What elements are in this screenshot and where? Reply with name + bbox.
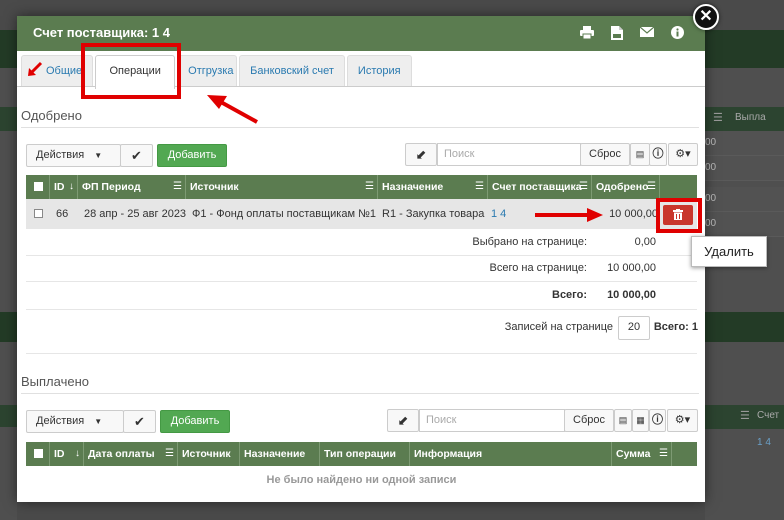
settings-dropdown[interactable]: ⚙▾ [667, 409, 698, 432]
tab-shipment[interactable]: Отгрузка [177, 55, 238, 86]
caret-down-icon: ▼ [94, 151, 103, 160]
columns-icon: ☰ [740, 410, 750, 422]
arrow-down-left-icon: ⬋ [397, 413, 409, 428]
columns-icon: ☰ [173, 181, 182, 192]
info-icon: ⓘ [652, 148, 664, 160]
annotation-arrow-icon [207, 95, 258, 124]
info-icon: ⓘ [652, 414, 663, 426]
columns-icon: ☰ [165, 448, 174, 459]
paid-section-title: Выплачено [21, 374, 89, 389]
export-icon[interactable] [609, 26, 625, 40]
print-icon[interactable] [579, 26, 595, 40]
columns-icon: ☰ [475, 181, 484, 192]
add-button[interactable]: Добавить [157, 144, 227, 167]
print-icon: ▤ [618, 415, 628, 425]
tab-bar: Общие Операции Отгрузка Банковский счет … [21, 55, 414, 89]
sort-icon: ↓ [75, 448, 80, 459]
column-payment-date[interactable]: Дата оплаты ☰ [84, 442, 178, 466]
print-button[interactable]: ▤ [630, 143, 650, 166]
background-left [0, 68, 17, 520]
checkmark-icon: ✔ [134, 414, 145, 429]
column-destination[interactable]: Назначение [240, 442, 320, 466]
confirm-button[interactable]: ✔ [120, 144, 153, 167]
paid-search-input[interactable]: Поиск [419, 409, 565, 432]
column-id[interactable]: ID ↓ [50, 442, 84, 466]
select-all-checkbox[interactable] [34, 449, 43, 458]
gear-icon: ⚙▾ [674, 414, 691, 426]
tab-history[interactable]: История [346, 55, 412, 86]
info-button[interactable]: ⓘ [649, 409, 666, 432]
columns-icon: ☰ [713, 112, 723, 124]
info-button[interactable]: ⓘ [649, 143, 667, 166]
approved-table-header: ID ↓ ФП Период ☰ Источник ☰ Назначение ☰ Сче… [26, 175, 697, 199]
sort-icon: ↓ [69, 181, 74, 192]
checkmark-icon: ✔ [131, 148, 142, 163]
tab-bank-account[interactable]: Банковский счет [239, 55, 345, 86]
column-information[interactable]: Информация [410, 442, 612, 466]
columns-icon: ☰ [659, 448, 668, 459]
column-source[interactable]: Источник ☰ [186, 175, 378, 199]
background-table-header: ☰ Выпла [705, 107, 784, 131]
column-source[interactable]: Источник [178, 442, 240, 466]
reset-button[interactable]: Сброс [564, 409, 614, 432]
annotation-box-operations-tab [81, 43, 181, 99]
annotation-arrow-icon [28, 61, 43, 76]
export-icon: ▦ [636, 415, 645, 425]
email-icon[interactable] [639, 26, 655, 40]
column-approved[interactable]: Одобрено ☰ [592, 175, 660, 199]
approved-search-input[interactable]: Поиск [437, 143, 581, 166]
caret-down-icon: ▼ [94, 417, 103, 426]
settings-dropdown[interactable]: ⚙▾ [668, 143, 698, 166]
arrow-down-left-icon: ⬋ [415, 147, 427, 162]
column-amount[interactable]: Сумма ☰ [612, 442, 672, 466]
print-button[interactable]: ▤ [614, 409, 632, 432]
empty-message: Не было найдено ни одной записи [266, 474, 457, 486]
gear-icon: ⚙▾ [675, 148, 691, 160]
column-operation-type[interactable]: Тип операции [320, 442, 410, 466]
collapse-button[interactable]: ⬋ [405, 143, 437, 166]
column-id[interactable]: ID ↓ [50, 175, 78, 199]
row-checkbox[interactable] [34, 209, 43, 218]
actions-dropdown[interactable]: Действия ▼ [26, 410, 124, 433]
invoice-link[interactable]: 1 4 [491, 199, 506, 229]
actions-dropdown[interactable]: Действия ▼ [26, 144, 121, 167]
collapse-button[interactable]: ⬋ [387, 409, 419, 432]
export-button[interactable]: ▦ [632, 409, 649, 432]
column-supplier-invoice[interactable]: Счет поставщика ☰ [488, 175, 592, 199]
modal-title: Счет поставщика: 1 4 [33, 25, 170, 40]
print-icon: ▤ [635, 149, 645, 159]
column-destination[interactable]: Назначение ☰ [378, 175, 488, 199]
column-period[interactable]: ФП Период ☰ [78, 175, 186, 199]
info-icon[interactable] [669, 26, 685, 40]
close-icon[interactable]: ✕ [693, 4, 719, 30]
columns-icon: ☰ [647, 181, 656, 192]
add-button[interactable]: Добавить [160, 410, 230, 433]
annotation-arrow-icon [535, 208, 603, 222]
reset-button[interactable]: Сброс [580, 143, 630, 166]
approved-section-title: Одобрено [21, 108, 82, 123]
delete-tooltip: Удалить [691, 236, 767, 267]
annotation-box-delete [656, 198, 702, 233]
select-all-checkbox[interactable] [34, 182, 43, 191]
paid-table-header: ID ↓ Дата оплаты ☰ Источник Назначение Тип… [26, 442, 697, 466]
confirm-button[interactable]: ✔ [123, 410, 156, 433]
columns-icon: ☰ [365, 181, 374, 192]
records-per-page-input[interactable]: 20 [618, 316, 650, 340]
columns-icon: ☰ [579, 181, 588, 192]
